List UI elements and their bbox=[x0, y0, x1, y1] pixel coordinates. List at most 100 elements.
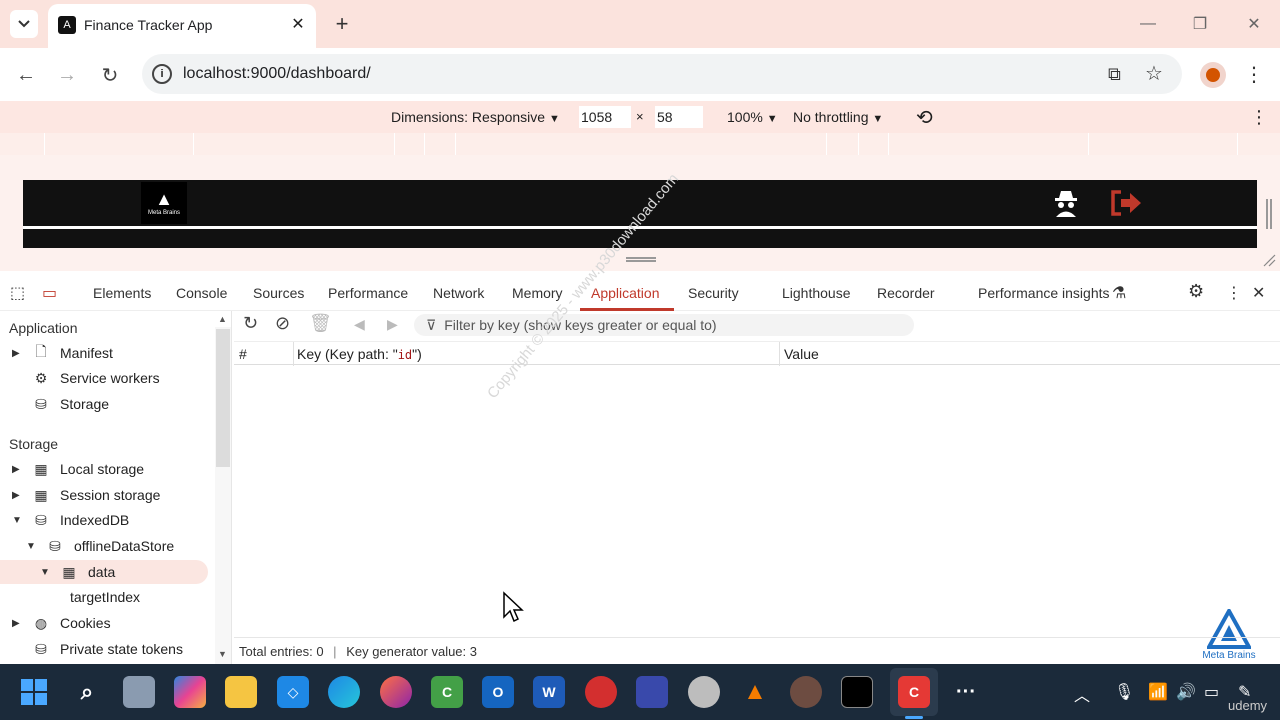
reload-icon[interactable]: ↻ bbox=[96, 61, 124, 89]
dimensions-select[interactable]: Dimensions: Responsive ▼ bbox=[391, 109, 560, 125]
ruler-segment[interactable] bbox=[424, 133, 425, 155]
terminal-icon[interactable] bbox=[841, 676, 873, 708]
more-options-icon[interactable]: ⋮ bbox=[1226, 283, 1242, 303]
throttling-select[interactable]: No throttling ▼ bbox=[793, 109, 883, 125]
tab-performance-insights[interactable]: Performance insights bbox=[978, 285, 1110, 301]
sidebar-item-local-storage[interactable]: ▶ ▦ Local storage bbox=[12, 457, 144, 481]
rotate-icon[interactable]: ⟲ bbox=[916, 105, 933, 130]
app-logo[interactable]: ▲ Meta Brains bbox=[141, 182, 187, 224]
tab-memory[interactable]: Memory bbox=[512, 285, 563, 301]
viewport-resize-handle[interactable] bbox=[626, 257, 656, 262]
forward-arrow-icon[interactable]: → bbox=[53, 61, 81, 89]
url-text[interactable]: localhost:9000/dashboard/ bbox=[183, 65, 371, 83]
ruler-segment[interactable] bbox=[858, 133, 859, 155]
show-hidden-icons-icon[interactable]: ︿ bbox=[1074, 682, 1090, 706]
inspect-element-icon[interactable]: ⬚ bbox=[10, 283, 25, 303]
ruler-segment[interactable] bbox=[193, 133, 194, 155]
more-apps-icon[interactable]: ··· bbox=[950, 676, 982, 708]
sidebar-item-target-index[interactable]: targetIndex bbox=[70, 585, 140, 609]
address-bar[interactable]: i localhost:9000/dashboard/ ⧉ ☆ bbox=[142, 54, 1182, 94]
disc-icon[interactable] bbox=[688, 676, 720, 708]
restore-window-button[interactable]: ❐ bbox=[1188, 12, 1212, 36]
wifi-icon[interactable]: 📶 bbox=[1148, 682, 1168, 702]
volume-icon[interactable]: 🔊 bbox=[1176, 682, 1196, 702]
ruler-segment[interactable] bbox=[1237, 133, 1238, 155]
refresh-icon[interactable]: ↻ bbox=[243, 313, 258, 334]
viewport-side-handle[interactable] bbox=[1266, 199, 1272, 229]
ruler-segment[interactable] bbox=[394, 133, 395, 155]
collapse-arrow-icon[interactable]: ▼ bbox=[12, 515, 22, 526]
sidebar-item-storage[interactable]: ⛁ Storage bbox=[12, 392, 109, 416]
file-explorer-icon[interactable] bbox=[225, 676, 257, 708]
column-header-value[interactable]: Value bbox=[784, 346, 819, 362]
tab-security[interactable]: Security bbox=[688, 285, 739, 301]
logout-icon[interactable] bbox=[1109, 188, 1143, 218]
device-toggle-icon[interactable]: ▭ bbox=[42, 283, 57, 303]
tab-performance[interactable]: Performance bbox=[328, 285, 408, 301]
collapse-arrow-icon[interactable]: ▼ bbox=[40, 567, 50, 578]
close-devtools-icon[interactable]: ✕ bbox=[1252, 283, 1265, 303]
tab-lighthouse[interactable]: Lighthouse bbox=[782, 285, 851, 301]
sidebar-item-session-storage[interactable]: ▶ ▦ Session storage bbox=[12, 483, 160, 507]
next-page-icon[interactable]: ▶ bbox=[387, 316, 398, 333]
browser-tab-active[interactable]: A Finance Tracker App ✕ bbox=[48, 4, 316, 48]
vscode-icon[interactable]: ◇ bbox=[277, 676, 309, 708]
sidebar-item-data[interactable]: ▼ ▦ data bbox=[40, 560, 115, 584]
battery-icon[interactable]: ▭ bbox=[1204, 682, 1219, 702]
task-view-icon[interactable] bbox=[123, 676, 155, 708]
site-info-icon[interactable]: i bbox=[152, 64, 172, 84]
network-app-icon[interactable] bbox=[636, 676, 668, 708]
sidebar-item-manifest[interactable]: ▶ 🗋 Manifest bbox=[12, 341, 113, 365]
camtasia-icon[interactable]: C bbox=[431, 676, 463, 708]
vlc-icon[interactable]: ▲ bbox=[739, 676, 771, 708]
ruler-segment[interactable] bbox=[44, 133, 45, 155]
ruler-segment[interactable] bbox=[455, 133, 456, 155]
photo-app-icon[interactable] bbox=[790, 676, 822, 708]
tab-sources[interactable]: Sources bbox=[253, 285, 304, 301]
more-menu-icon[interactable]: ⋮ bbox=[1244, 62, 1264, 87]
recorder-app-icon[interactable]: C bbox=[898, 676, 930, 708]
word-icon[interactable]: W bbox=[533, 676, 565, 708]
microphone-icon[interactable]: 🎙 bbox=[1114, 682, 1134, 702]
tab-application[interactable]: Application bbox=[591, 285, 660, 301]
column-header-key[interactable]: Key (Key path: "id") bbox=[297, 346, 422, 362]
column-header-index[interactable]: # bbox=[239, 346, 247, 362]
scroll-up-icon[interactable]: ▲ bbox=[218, 314, 227, 324]
incognito-spy-icon[interactable] bbox=[1051, 188, 1081, 218]
search-icon[interactable]: ⌕ bbox=[71, 676, 103, 708]
bookmark-star-icon[interactable]: ☆ bbox=[1145, 61, 1163, 86]
expand-arrow-icon[interactable]: ▶ bbox=[12, 464, 22, 475]
app-icon[interactable] bbox=[585, 676, 617, 708]
open-in-window-icon[interactable]: ⧉ bbox=[1108, 64, 1121, 85]
ruler-segment[interactable] bbox=[826, 133, 827, 155]
filter-key-input[interactable]: ⊽ Filter by key (show keys greater or equ… bbox=[414, 314, 914, 336]
ruler-segment[interactable] bbox=[1088, 133, 1089, 155]
clear-object-store-icon[interactable]: ⊘ bbox=[275, 313, 290, 334]
firefox-icon[interactable] bbox=[380, 676, 412, 708]
profile-avatar[interactable] bbox=[1200, 62, 1226, 88]
edge-icon[interactable] bbox=[328, 676, 360, 708]
more-options-icon[interactable]: ⋮ bbox=[1250, 107, 1268, 128]
delete-selected-icon[interactable]: 🗑 bbox=[309, 313, 332, 334]
windows-start-icon[interactable] bbox=[18, 676, 50, 708]
close-tab-icon[interactable]: ✕ bbox=[288, 14, 308, 34]
expand-arrow-icon[interactable]: ▶ bbox=[12, 618, 22, 629]
corner-resize-icon[interactable] bbox=[1262, 253, 1276, 267]
copilot-icon[interactable] bbox=[174, 676, 206, 708]
width-input[interactable]: 1058 bbox=[579, 106, 631, 128]
sidebar-item-cookies[interactable]: ▶ ◍ Cookies bbox=[12, 611, 111, 635]
sidebar-item-service-workers[interactable]: ⚙ Service workers bbox=[12, 366, 160, 390]
expand-arrow-icon[interactable]: ▶ bbox=[12, 348, 22, 359]
tab-search-button[interactable] bbox=[10, 10, 38, 38]
minimize-window-button[interactable]: — bbox=[1136, 12, 1160, 36]
tab-network[interactable]: Network bbox=[433, 285, 484, 301]
expand-arrow-icon[interactable]: ▶ bbox=[12, 490, 22, 501]
tab-console[interactable]: Console bbox=[176, 285, 227, 301]
close-window-button[interactable]: ✕ bbox=[1242, 12, 1266, 36]
back-arrow-icon[interactable]: ← bbox=[12, 61, 40, 89]
height-input[interactable]: 58 bbox=[655, 106, 703, 128]
collapse-arrow-icon[interactable]: ▼ bbox=[26, 541, 36, 552]
tab-elements[interactable]: Elements bbox=[93, 285, 151, 301]
column-divider[interactable] bbox=[779, 342, 780, 366]
outlook-icon[interactable]: O bbox=[482, 676, 514, 708]
